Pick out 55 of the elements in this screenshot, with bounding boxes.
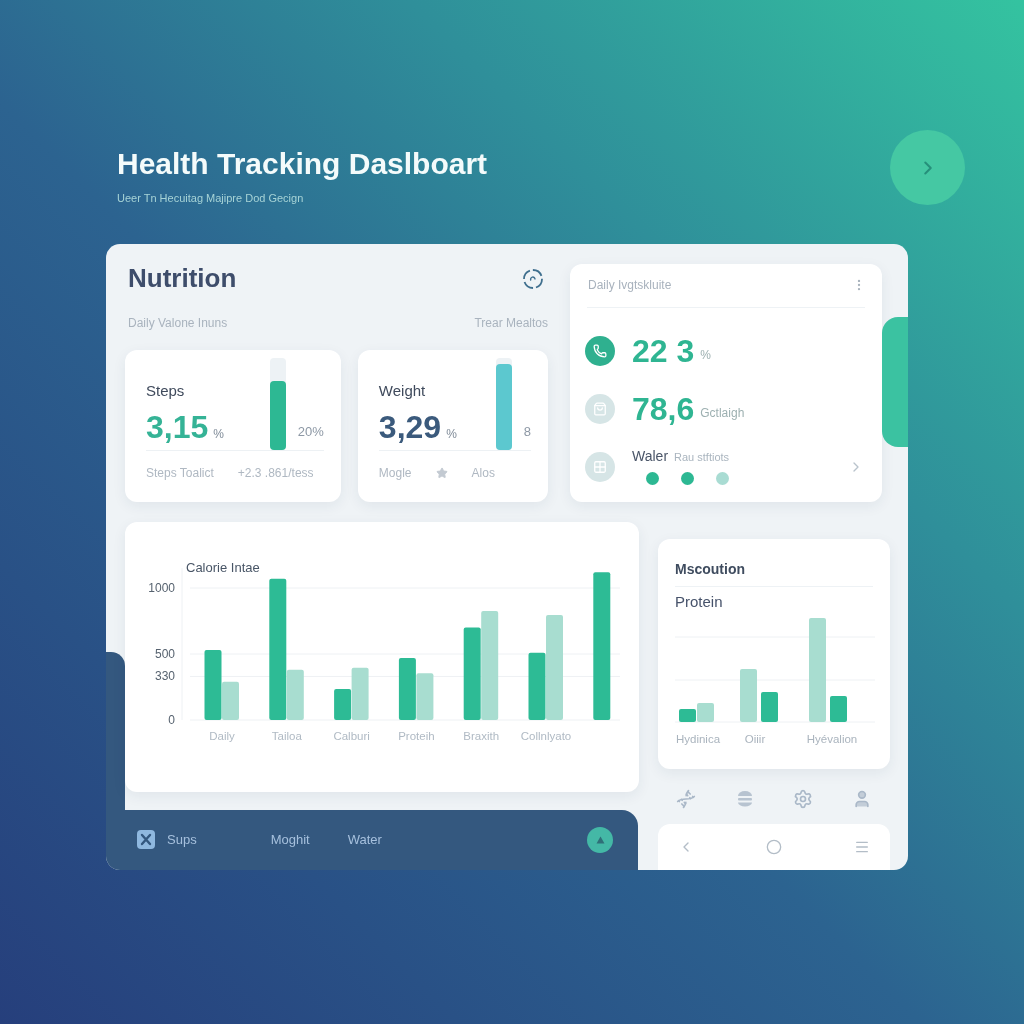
chart-bar [761,691,778,722]
category-label: Oiiir [744,732,766,745]
circle-icon[interactable] [766,838,782,855]
category-label: Tailoa [271,729,302,742]
card-value: 3,29 [378,409,442,444]
nav-item[interactable]: Water [347,829,382,850]
nav-item[interactable]: Sups [167,829,197,850]
axis-label: 330 [154,668,175,683]
tile-icon[interactable] [137,830,155,849]
category-label: Braxith [463,729,500,742]
triangle-icon [595,835,605,844]
category-label: Hydinica [675,732,721,745]
row-note: Rau stftiots [674,450,730,466]
row-label: Waler [632,448,669,465]
section-subtitle: Daily Valone Inuns [128,314,228,332]
category-label: Proteih [398,729,435,742]
axis-label: 500 [154,646,175,661]
chart-bar [740,668,757,722]
section-title: Nutrition [128,262,237,295]
footer-text: Alos [471,464,495,482]
chart-bar [830,695,847,722]
nav-item[interactable]: Moghit [270,829,310,850]
stat-value: 78,6 [632,391,695,426]
card-label: Weight [378,381,427,400]
ring-icon[interactable] [522,267,544,290]
action-button[interactable] [587,826,613,853]
card-side-value: 20% [297,423,324,441]
settings-icon[interactable] [793,788,814,809]
stat-unit: % [700,346,711,364]
card-side-value: 8 [523,423,531,441]
dna-icon[interactable] [676,788,696,809]
chart-bar [697,702,714,722]
card-value: 3,15 [146,409,209,444]
star-icon [435,466,448,479]
category-label: Calburi [333,729,370,742]
page-subtitle: Ueer Tn Hecuitag Majipre Dod Gecign [117,191,305,206]
chart-bar [679,708,696,722]
stat-value: 22 3 [632,333,695,368]
card-title: Mscoution [675,559,746,578]
card-label: Steps [146,381,186,400]
footer-text: Mogle [378,464,412,482]
page-title: Health Tracking Daslboart [117,146,488,182]
axis-label: 1000 [148,580,175,595]
chart-subtitle: Protein [675,592,724,611]
category-label: Daily [209,729,235,742]
chart-title: Calorie Intae [186,559,260,575]
category-label: Hyévalion [806,732,858,745]
category-label: Collnlyato [520,729,572,742]
card-unit: % [446,425,457,443]
card-unit: % [213,425,224,443]
footer-text: +2.3 .861/tess [237,464,314,482]
footer-text: Steps Toalict [146,464,214,482]
card-title: Daily Ivgtskluite [588,277,672,294]
axis-label: 0 [168,712,175,727]
stat-unit: Gctlaigh [700,404,745,422]
